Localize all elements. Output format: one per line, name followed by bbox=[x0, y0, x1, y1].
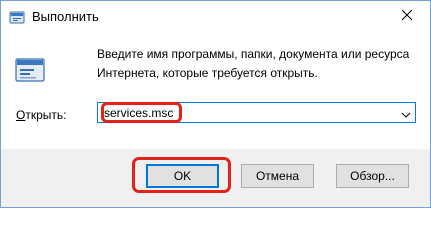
open-combobox[interactable] bbox=[97, 102, 416, 123]
browse-button[interactable]: Обзор... bbox=[336, 164, 409, 188]
open-label-text: ткрыть: bbox=[25, 108, 67, 122]
run-icon bbox=[9, 9, 25, 25]
title-bar: Выполнить bbox=[1, 1, 430, 32]
description-text: Введите имя программы, папки, документа … bbox=[97, 47, 410, 80]
button-bar: OK Отмена Обзор... bbox=[1, 149, 430, 207]
open-label-accesskey: О bbox=[16, 108, 26, 122]
open-label: Открыть: bbox=[16, 107, 66, 123]
run-dialog: Выполнить Введите имя программы, папки, … bbox=[0, 0, 431, 208]
open-input[interactable] bbox=[98, 103, 394, 122]
chevron-down-icon[interactable] bbox=[401, 108, 411, 118]
cancel-button[interactable]: Отмена bbox=[241, 164, 314, 188]
run-icon bbox=[14, 54, 46, 86]
window-title: Выполнить bbox=[32, 9, 99, 24]
close-icon bbox=[401, 9, 413, 24]
ok-button[interactable]: OK bbox=[146, 164, 219, 188]
close-button[interactable] bbox=[384, 1, 430, 32]
